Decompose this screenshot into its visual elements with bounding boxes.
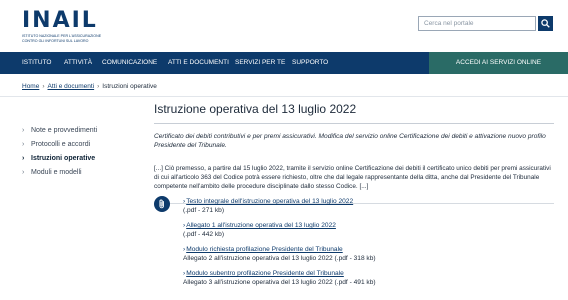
breadcrumb: Home › Atti e documenti › Istruzioni operati… (22, 83, 157, 90)
attachments-list: ›Testo integrale dell'istruzione operati… (183, 198, 563, 294)
sidebar-item-protocolli-e-accordi[interactable]: › Protocolli e accordi (22, 138, 137, 152)
chevron-right-icon: › (22, 169, 25, 176)
chevron-right-icon: › (22, 155, 25, 162)
sidebar-item-istruzioni-operative[interactable]: › Istruzioni operative (22, 152, 137, 166)
list-item: ›Modulo subentro profilazione Presidente… (183, 270, 563, 287)
sidebar-item-moduli-e-modelli[interactable]: › Moduli e modelli (22, 166, 137, 180)
attachment-description: Allegato 3 all'istruzione operativa del … (183, 278, 376, 286)
breadcrumb-current: Istruzioni operative (102, 83, 157, 90)
sidebar-item-note-e-provvedimenti[interactable]: › Note e provvedimenti (22, 124, 137, 138)
attachment-link-label: Allegato 1 all'istruzione operativa del … (186, 222, 336, 229)
breadcrumb-atti-e-documenti[interactable]: Atti e documenti (48, 83, 95, 90)
nav-atti-e-documenti[interactable]: Atti e documenti (168, 52, 229, 74)
main-content: Istruzione operativa del 13 luglio 2022 … (154, 100, 554, 204)
chevron-right-icon: › (183, 222, 186, 229)
online-services-button[interactable]: Accedi ai servizi online (429, 52, 568, 74)
nav-servizi-per-te[interactable]: Servizi per te (235, 52, 285, 74)
attachment-description: (.pdf - 442 kb) (183, 230, 225, 238)
chevron-right-icon: › (183, 198, 186, 205)
attachment-link[interactable]: ›Modulo richiesta profilazione President… (183, 246, 563, 255)
search-input[interactable]: Cerca nel portale (418, 16, 536, 31)
sidebar-item-label: Istruzioni operative (31, 155, 96, 162)
attachment-description: (.pdf - 271 kb) (183, 206, 225, 214)
breadcrumb-separator: › (97, 83, 100, 90)
sidebar-menu: › Note e provvedimenti › Protocolli e acco… (22, 124, 137, 180)
attachment-link[interactable]: ›Testo integrale dell'istruzione operati… (183, 198, 563, 207)
divider (154, 123, 554, 124)
attachment-description: Allegato 2 all'istruzione operativa del … (183, 254, 376, 262)
lead-paragraph: Certificato dei debiti contributivi e pe… (154, 133, 546, 149)
list-item: ›Allegato 1 all'istruzione operativa del… (183, 222, 563, 239)
chevron-right-icon: › (183, 270, 186, 277)
nav-istituto[interactable]: Istituto (22, 52, 52, 74)
attachment-link[interactable]: ›Modulo subentro profilazione Presidente… (183, 270, 563, 279)
search-button[interactable] (538, 16, 553, 31)
list-item: ›Modulo richiesta profilazione President… (183, 246, 563, 263)
sidebar-item-label: Note e provvedimenti (31, 127, 98, 134)
attachment-link-label: Modulo subentro profilazione Presidente … (186, 270, 344, 277)
body-paragraph: [...] Ciò premesso, a partire dal 15 lug… (154, 165, 551, 190)
nav-supporto[interactable]: Supporto (292, 52, 328, 74)
chevron-right-icon: › (22, 127, 25, 134)
breadcrumb-separator: › (42, 83, 45, 90)
sidebar-item-label: Protocolli e accordi (31, 141, 91, 148)
attachment-link[interactable]: ›Allegato 1 all'istruzione operativa del… (183, 222, 563, 231)
attachment-link-label: Modulo richiesta profilazione Presidente… (186, 246, 343, 253)
attachment-link-label: Testo integrale dell'istruzione operativ… (186, 198, 354, 205)
search-icon (541, 19, 550, 28)
logo-subtitle: Istituto nazionale per l'assicurazione c… (22, 34, 102, 43)
page-title: Istruzione operativa del 13 luglio 2022 (154, 102, 357, 116)
chevron-right-icon: › (183, 246, 186, 253)
nav-attivita[interactable]: Attività (64, 52, 92, 74)
paperclip-icon (154, 196, 170, 212)
breadcrumb-home[interactable]: Home (22, 83, 39, 90)
nav-comunicazione[interactable]: Comunicazione (102, 52, 157, 74)
site-header: INAIL Istituto nazionale per l'assicuraz… (0, 0, 568, 52)
chevron-right-icon: › (22, 141, 25, 148)
divider (0, 96, 568, 97)
inail-logo[interactable]: INAIL Istituto nazionale per l'assicuraz… (22, 10, 112, 43)
sidebar-item-label: Moduli e modelli (31, 169, 82, 176)
logo-wordmark: INAIL (22, 8, 98, 33)
list-item: ›Testo integrale dell'istruzione operati… (183, 198, 563, 215)
